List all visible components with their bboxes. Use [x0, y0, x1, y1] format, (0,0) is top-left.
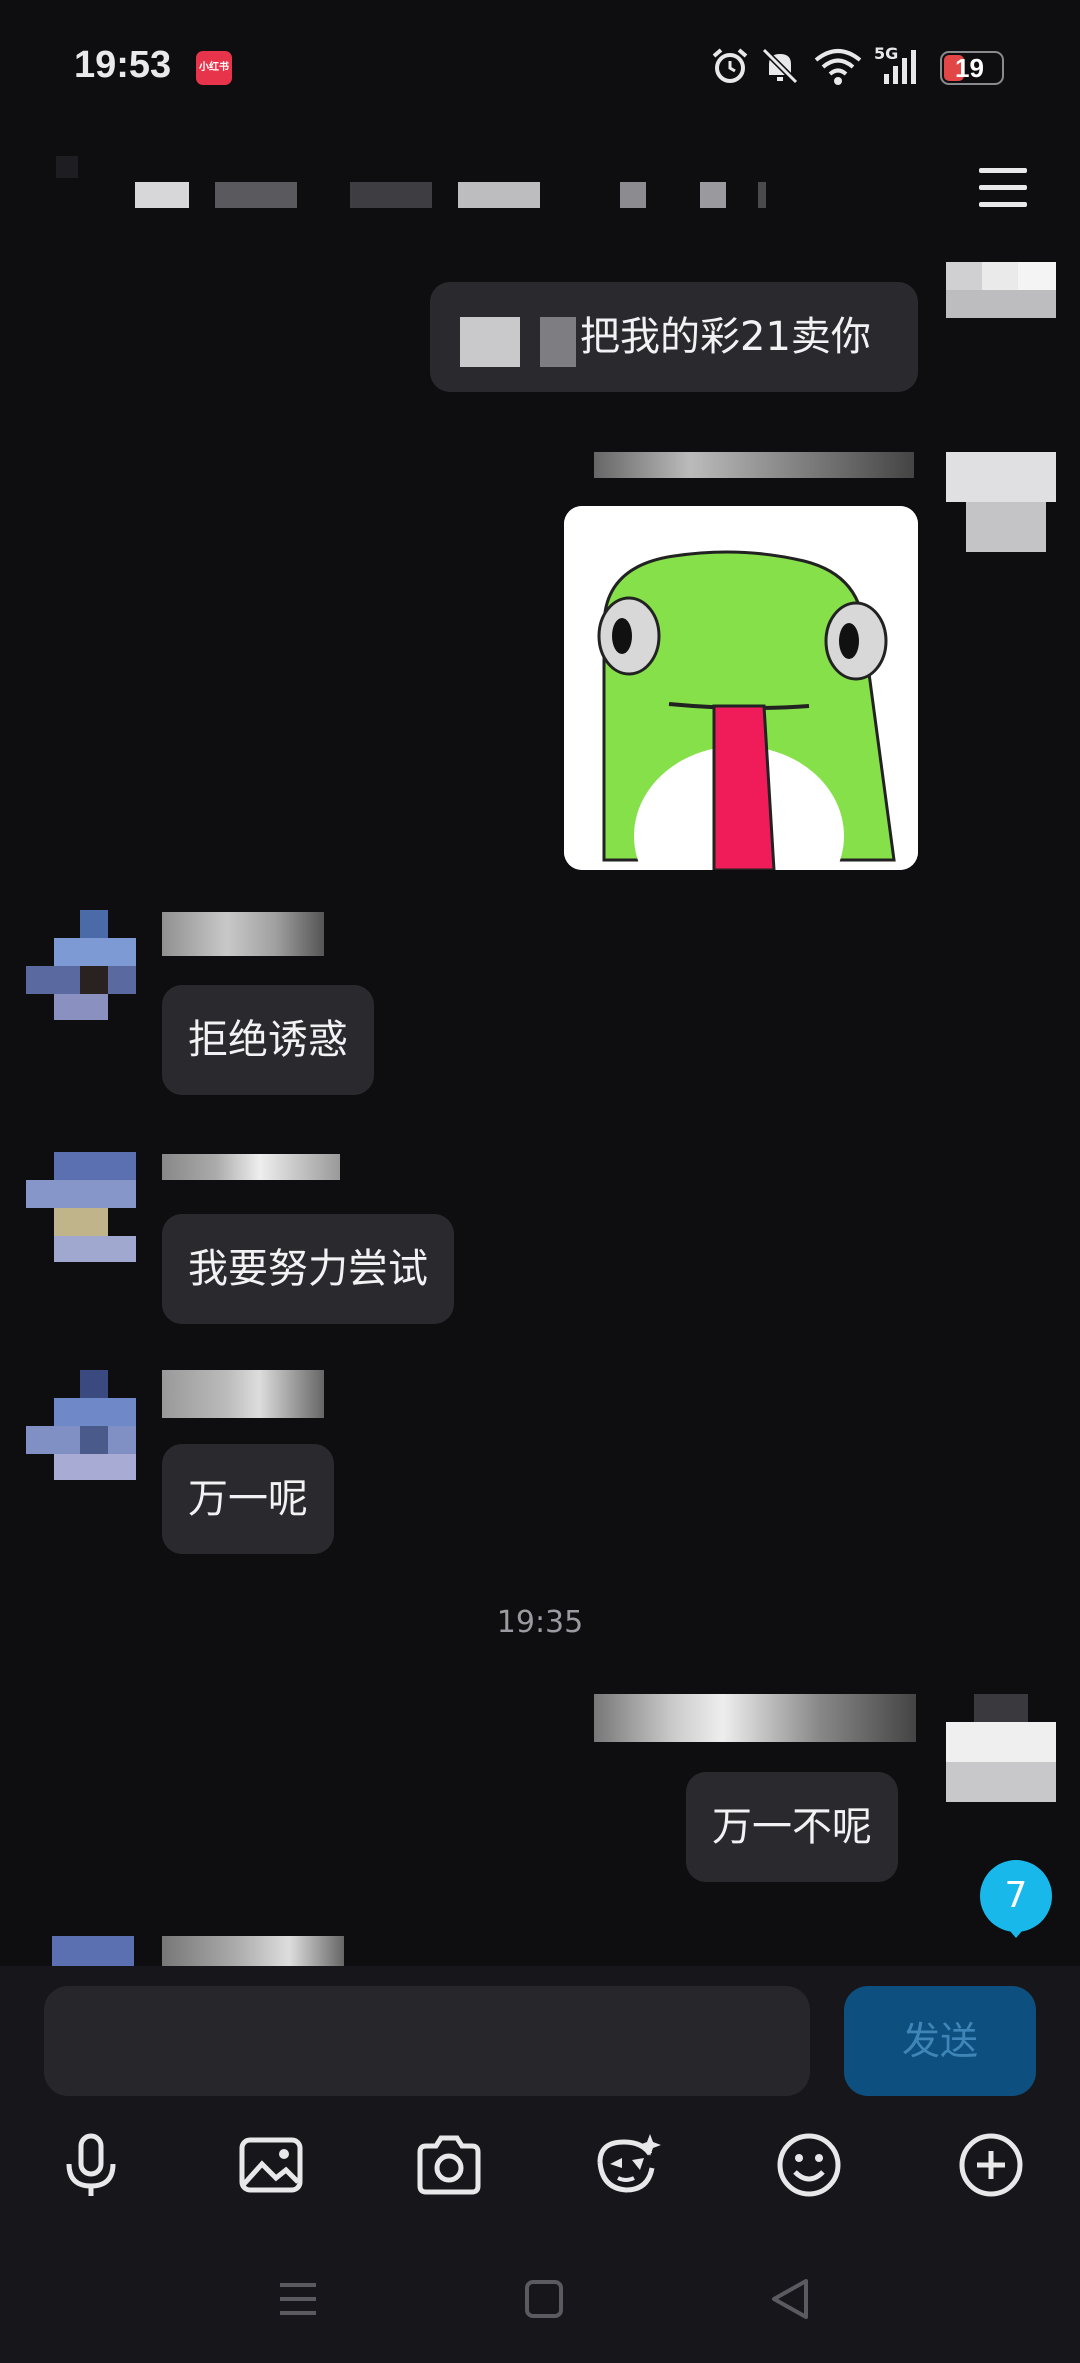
home-nav-icon[interactable] — [520, 2275, 568, 2323]
sender-name-redacted — [162, 1154, 340, 1180]
message-text: 万一不呢 — [712, 1804, 872, 1850]
microphone-icon[interactable] — [56, 2130, 126, 2200]
sender-name-redacted — [594, 452, 914, 478]
contact-avatar[interactable] — [26, 1152, 136, 1262]
chat-header — [0, 140, 1080, 250]
message-input[interactable] — [44, 1986, 810, 2096]
message-bubble-sent[interactable]: 把我的彩21卖你 — [430, 282, 918, 392]
status-time: 19:53 — [74, 44, 172, 86]
plus-icon[interactable] — [956, 2130, 1026, 2200]
status-bar: 19:53 小红书 5G 19 — [0, 0, 1080, 130]
message-text: 万一呢 — [188, 1476, 308, 1522]
sender-name-redacted — [162, 912, 324, 956]
message-bubble-received[interactable]: 我要努力尝试 — [162, 1214, 454, 1324]
mute-bell-icon — [761, 47, 799, 85]
battery-level: 19 — [955, 53, 984, 83]
my-avatar[interactable] — [946, 1694, 1056, 1802]
hamburger-menu-icon[interactable] — [975, 160, 1031, 216]
message-bubble-sent[interactable]: 万一不呢 — [686, 1772, 898, 1882]
message-timestamp: 19:35 — [496, 1605, 584, 1640]
sender-name-redacted — [162, 1370, 324, 1418]
my-avatar[interactable] — [946, 452, 1056, 552]
recent-apps-nav-icon[interactable] — [274, 2275, 322, 2323]
image-icon[interactable] — [236, 2130, 306, 2200]
sender-name-redacted — [162, 1936, 344, 1966]
sticker-ai-icon[interactable] — [592, 2130, 662, 2200]
contact-avatar[interactable] — [26, 910, 136, 1020]
sender-name-redacted — [594, 1694, 916, 1742]
signal-icon — [884, 50, 916, 84]
unread-count-badge[interactable]: 7 — [980, 1860, 1052, 1932]
app-notification-badge: 小红书 — [196, 51, 232, 85]
message-text: 把我的彩21卖你 — [580, 314, 871, 360]
badge-pointer — [1004, 1924, 1028, 1938]
wifi-icon — [814, 49, 862, 85]
my-avatar[interactable] — [946, 262, 1056, 318]
emoji-icon[interactable] — [774, 2130, 844, 2200]
message-bubble-received[interactable]: 拒绝诱惑 — [162, 985, 374, 1095]
message-text: 我要努力尝试 — [188, 1246, 428, 1292]
contact-avatar[interactable] — [52, 1936, 134, 1966]
message-bubble-received[interactable]: 万一呢 — [162, 1444, 334, 1554]
back-nav-icon[interactable] — [766, 2275, 814, 2323]
message-text: 拒绝诱惑 — [188, 1017, 348, 1063]
camera-icon[interactable] — [414, 2130, 484, 2200]
sticker-message[interactable] — [564, 506, 918, 870]
frog-sticker-image — [564, 506, 918, 870]
send-button[interactable]: 发送 — [844, 1986, 1036, 2096]
contact-avatar[interactable] — [26, 1370, 136, 1480]
alarm-icon — [712, 48, 748, 83]
